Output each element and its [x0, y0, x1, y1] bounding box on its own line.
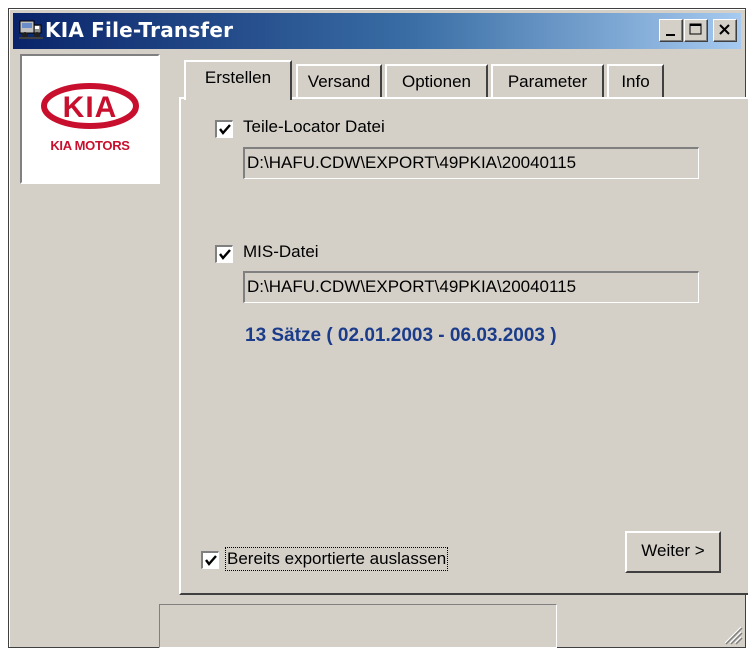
tab-label: Versand — [307, 72, 371, 91]
kia-logo: KIA KIA MOTORS — [20, 54, 160, 184]
kia-logo-brand: KIA — [63, 91, 118, 124]
checkmark-icon — [219, 249, 231, 260]
skip-exported-checkbox[interactable] — [201, 551, 219, 569]
teile-locator-path-field[interactable]: D:\HAFU.CDW\EXPORT\49PKIA\20040115 — [243, 147, 699, 179]
tab-versand[interactable]: Versand — [296, 64, 382, 98]
tab-optionen[interactable]: Optionen — [385, 64, 488, 98]
maximize-button[interactable] — [684, 19, 708, 42]
maximize-icon — [689, 23, 702, 35]
tab-label: Info — [621, 72, 650, 91]
kia-logo-mark: KIA — [41, 83, 139, 129]
tab-erstellen[interactable]: Erstellen — [184, 60, 292, 100]
mis-datei-checkbox[interactable] — [215, 245, 233, 263]
weiter-button[interactable]: Weiter > — [625, 531, 721, 573]
tab-label: Parameter — [507, 72, 588, 91]
app-truck-icon — [19, 20, 43, 39]
resize-grip-icon[interactable] — [721, 623, 743, 645]
teile-locator-checkbox[interactable] — [215, 120, 233, 138]
checkmark-icon — [205, 555, 217, 566]
kia-motors-label: KIA MOTORS — [50, 138, 130, 153]
close-button[interactable] — [713, 19, 737, 42]
skip-exported-label: Bereits exportierte auslassen — [224, 547, 449, 571]
tab-panel-erstellen: Teile-Locator Datei D:\HAFU.CDW\EXPORT\4… — [179, 97, 748, 595]
tab-label: Optionen — [402, 72, 471, 91]
checkmark-icon — [219, 124, 231, 135]
tab-label: Erstellen — [204, 68, 272, 87]
status-bar — [159, 604, 557, 648]
title-bar[interactable]: KIA File-Transfer — [13, 13, 741, 49]
minimize-button[interactable] — [659, 19, 683, 42]
mis-datei-path-field[interactable]: D:\HAFU.CDW\EXPORT\49PKIA\20040115 — [243, 271, 699, 303]
tab-info[interactable]: Info — [607, 64, 664, 98]
mis-record-summary: 13 Sätze ( 02.01.2003 - 06.03.2003 ) — [245, 325, 557, 346]
app-window: KIA File-Transfer KIA KIA MOTORS Erstell… — [8, 8, 748, 648]
tab-parameter[interactable]: Parameter — [491, 64, 604, 98]
teile-locator-label: Teile-Locator Datei — [243, 117, 385, 136]
window-title: KIA File-Transfer — [45, 18, 234, 42]
minimize-icon — [666, 34, 675, 36]
close-icon — [719, 24, 730, 35]
mis-datei-label: MIS-Datei — [243, 242, 319, 261]
